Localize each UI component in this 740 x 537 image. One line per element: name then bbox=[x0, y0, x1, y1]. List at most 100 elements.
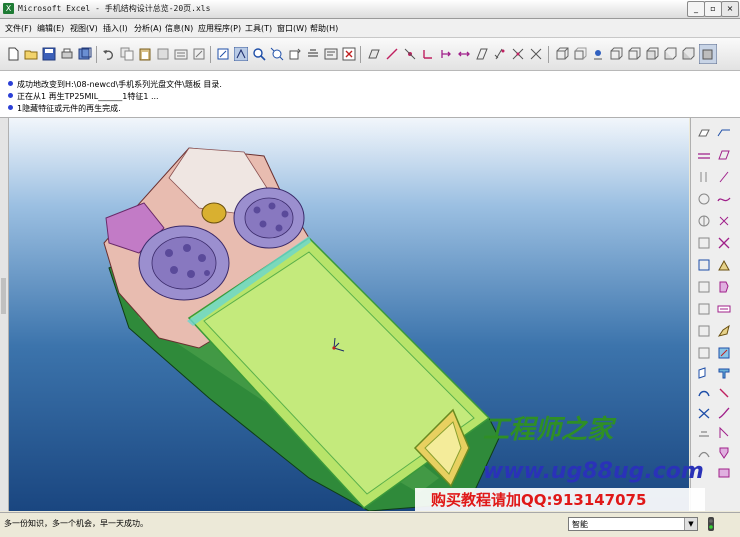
sketch-icon[interactable] bbox=[697, 192, 711, 206]
menu-info[interactable]: 信息(N) bbox=[165, 23, 193, 34]
pattern-icon[interactable] bbox=[717, 446, 731, 460]
spin-icon[interactable] bbox=[493, 47, 507, 61]
datum-point-icon[interactable] bbox=[403, 47, 417, 61]
merge-icon[interactable] bbox=[717, 466, 731, 480]
close-button[interactable]: × bbox=[721, 1, 739, 17]
datum-curve-icon[interactable] bbox=[717, 148, 731, 162]
open-folder-icon[interactable] bbox=[24, 47, 38, 61]
chamfer-icon[interactable] bbox=[717, 280, 731, 294]
revolve-icon[interactable] bbox=[717, 386, 731, 400]
datum-plane-icon[interactable] bbox=[717, 126, 731, 140]
left-sash[interactable] bbox=[0, 118, 9, 511]
print-icon[interactable] bbox=[60, 47, 74, 61]
mirror-icon[interactable] bbox=[697, 324, 711, 338]
revolve-icon[interactable] bbox=[717, 214, 731, 228]
chevron-down-icon[interactable]: ▼ bbox=[684, 518, 697, 530]
toolbar bbox=[0, 38, 740, 71]
wireframe-icon[interactable] bbox=[555, 47, 569, 61]
layers-icon[interactable] bbox=[288, 47, 302, 61]
no-hidden-icon[interactable] bbox=[645, 47, 659, 61]
menu-analysis[interactable]: 分析(A) bbox=[134, 23, 162, 34]
shaded-icon[interactable] bbox=[511, 47, 525, 61]
restore-button[interactable]: ▫ bbox=[704, 1, 722, 17]
hole-icon[interactable] bbox=[697, 236, 711, 250]
menu-bar: 文件(F) 编辑(E) 视图(V) 插入(I) 分析(A) 信息(N) 应用程序… bbox=[0, 19, 740, 38]
shell-icon[interactable] bbox=[717, 406, 731, 420]
menu-help[interactable]: 帮助(H) bbox=[310, 23, 338, 34]
zoom-icon[interactable] bbox=[252, 47, 266, 61]
sketch-icon[interactable] bbox=[717, 192, 731, 206]
menu-window[interactable]: 窗口(W) bbox=[277, 23, 307, 34]
title-bar: X Microsoft Excel - 手机结构设计总览-20页.xls _ ▫… bbox=[0, 0, 740, 19]
save-icon[interactable] bbox=[42, 47, 56, 61]
copy-icon[interactable] bbox=[120, 47, 134, 61]
speaker-left-inner bbox=[151, 236, 217, 290]
speaker-right-inner bbox=[244, 197, 294, 239]
trim-icon[interactable] bbox=[697, 346, 711, 360]
menu-applications[interactable]: 应用程序(P) bbox=[198, 23, 241, 34]
paste-icon[interactable] bbox=[138, 47, 152, 61]
datum-plane-icon[interactable] bbox=[697, 126, 711, 140]
menu-edit[interactable]: 编辑(E) bbox=[37, 23, 64, 34]
datum-plane-icon[interactable] bbox=[367, 47, 381, 61]
refresh-icon[interactable] bbox=[174, 47, 188, 61]
datum-axis-icon[interactable] bbox=[697, 148, 711, 162]
undo-icon[interactable] bbox=[102, 47, 116, 61]
brand-url: www.ug88ug.com bbox=[483, 459, 704, 484]
datum-point-icon[interactable] bbox=[697, 170, 711, 184]
round-icon[interactable] bbox=[697, 280, 711, 294]
menu-file[interactable]: 文件(F) bbox=[5, 23, 32, 34]
datum-axis-icon[interactable] bbox=[385, 47, 399, 61]
mirror-icon[interactable] bbox=[475, 47, 489, 61]
app-icon: X bbox=[3, 3, 14, 14]
selection-filter-value: 智能 bbox=[572, 520, 588, 529]
redo-icon[interactable] bbox=[156, 47, 170, 61]
watermark-graphic: 工程师之家 www.ug88ug.com 购买教程请加QQ:913147075 bbox=[413, 408, 705, 511]
shaded-icon[interactable] bbox=[591, 47, 605, 61]
repaint-icon[interactable] bbox=[192, 47, 206, 61]
thicken-icon[interactable] bbox=[697, 366, 711, 380]
rib-icon[interactable] bbox=[697, 258, 711, 272]
draft-icon[interactable] bbox=[717, 258, 731, 272]
solidify-icon[interactable] bbox=[717, 366, 731, 380]
zoom-fit-icon[interactable] bbox=[270, 47, 284, 61]
coordinate-system-icon[interactable] bbox=[421, 47, 435, 61]
menu-view[interactable]: 视图(V) bbox=[70, 23, 98, 34]
display-icon[interactable] bbox=[306, 47, 320, 61]
brand-name: 工程师之家 bbox=[483, 415, 617, 445]
new-file-icon[interactable] bbox=[6, 47, 20, 61]
orient-icon[interactable] bbox=[234, 47, 248, 61]
selection-filter-select[interactable]: 智能 ▼ bbox=[568, 517, 698, 531]
hidden-line-icon[interactable] bbox=[627, 47, 641, 61]
chamfer-icon[interactable] bbox=[717, 426, 731, 440]
offset-icon[interactable] bbox=[717, 346, 731, 360]
hidden-line-icon[interactable] bbox=[529, 47, 543, 61]
extrude-icon[interactable] bbox=[697, 386, 711, 400]
pattern-icon[interactable] bbox=[717, 302, 731, 316]
close-window-icon[interactable] bbox=[342, 47, 356, 61]
status-text: 多一份知识，多一个机会，早一天成功。 bbox=[4, 519, 148, 528]
layers-icon[interactable] bbox=[681, 47, 695, 61]
minimize-button[interactable]: _ bbox=[687, 1, 705, 17]
cut-icon[interactable] bbox=[697, 302, 711, 316]
shaded-icon[interactable] bbox=[699, 44, 717, 64]
sash-handle[interactable] bbox=[1, 278, 6, 314]
wireframe-icon[interactable] bbox=[609, 47, 623, 61]
select-icon[interactable] bbox=[216, 47, 230, 61]
extrude-icon[interactable] bbox=[697, 214, 711, 228]
merge-icon[interactable] bbox=[717, 324, 731, 338]
bullet-icon bbox=[8, 81, 13, 86]
dimension-icon[interactable] bbox=[439, 47, 453, 61]
sketch-icon[interactable] bbox=[457, 47, 471, 61]
message-line: 正在从1 再生TP25MIL______1特征1 ... bbox=[8, 91, 159, 102]
shell-icon[interactable] bbox=[717, 236, 731, 250]
menu-tools[interactable]: 工具(T) bbox=[245, 23, 272, 34]
coordinate-system-icon[interactable] bbox=[717, 170, 731, 184]
promo-text: 购买教程请加QQ:913147075 bbox=[431, 491, 646, 509]
menu-insert[interactable]: 插入(I) bbox=[103, 23, 128, 34]
display-icon[interactable] bbox=[663, 47, 677, 61]
no-hidden-icon[interactable] bbox=[573, 47, 587, 61]
settings-icon[interactable] bbox=[324, 47, 338, 61]
traffic-light-icon[interactable] bbox=[706, 517, 716, 531]
save-copy-icon[interactable] bbox=[78, 47, 92, 61]
